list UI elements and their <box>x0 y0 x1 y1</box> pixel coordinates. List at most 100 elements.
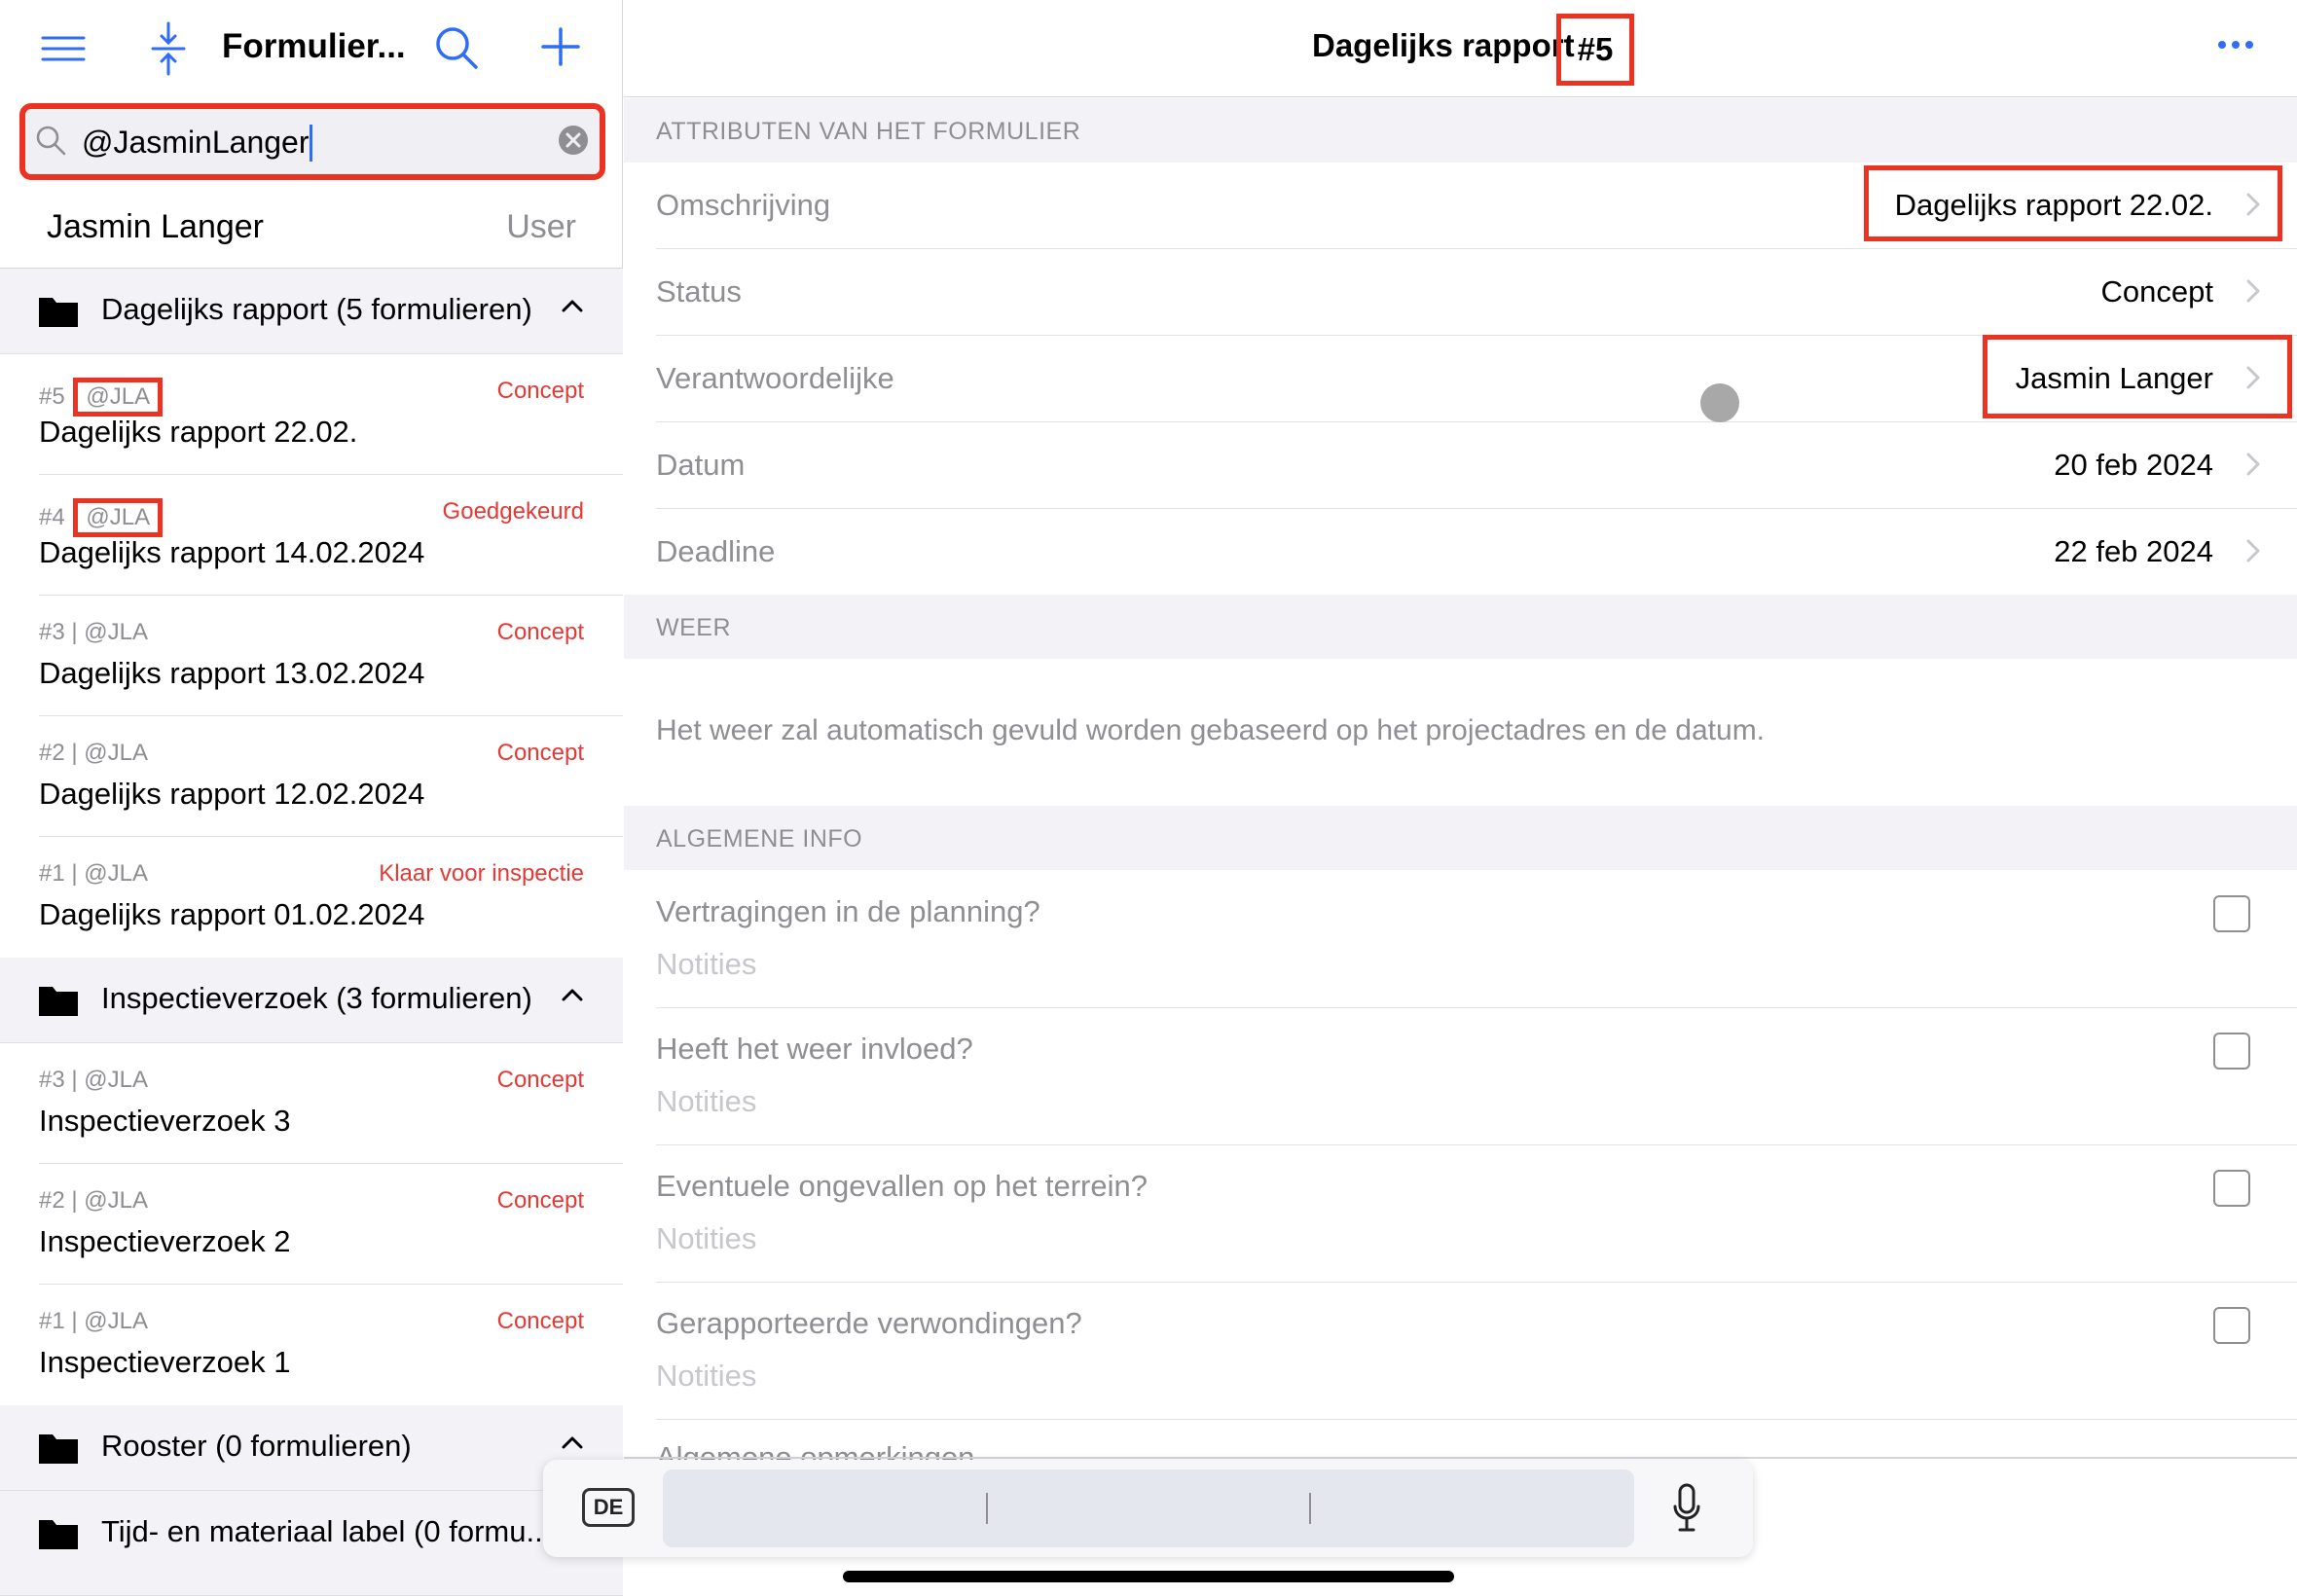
question-row[interactable]: Gerapporteerde verwondingen? Notities <box>656 1283 2297 1420</box>
field-value: 20 feb 2024 <box>2054 448 2213 482</box>
field-label: Omschrijving <box>656 188 831 222</box>
notes-field[interactable]: Notities <box>656 947 756 982</box>
section-header: ATTRIBUTEN VAN HET FORMULIER <box>624 98 2297 163</box>
chevron-up-icon[interactable] <box>561 298 584 318</box>
collapse-icon[interactable] <box>146 21 191 76</box>
form-meta: #2 | @JLA <box>39 740 148 766</box>
notes-field[interactable]: Notities <box>656 1359 756 1394</box>
form-status: Concept <box>496 378 584 404</box>
checkbox[interactable] <box>2213 1307 2250 1344</box>
group-dagelijks-rapport[interactable]: Dagelijks rapport (5 formulieren) <box>0 269 623 354</box>
field-label: Datum <box>656 448 746 482</box>
chevron-up-icon[interactable] <box>561 1434 584 1455</box>
highlighted-user: @JLA <box>73 378 164 417</box>
form-status: Goedgekeurd <box>442 498 584 525</box>
detail-nav-bar: Dagelijks rapport #5 <box>624 0 2297 97</box>
search-field[interactable]: @JasminLanger <box>19 103 605 180</box>
keyboard-accessory-bar: DE <box>543 1460 1753 1557</box>
group-rooster[interactable]: Rooster (0 formulieren) <box>0 1405 623 1491</box>
question-row[interactable]: Heeft het weer invloed? Notities <box>656 1008 2297 1145</box>
chevron-up-icon[interactable] <box>561 987 584 1007</box>
form-row[interactable]: #4 @JLA Goedgekeurd Dagelijks rapport 14… <box>0 475 623 596</box>
form-row[interactable]: #1 | @JLA Klaar voor inspectie Dagelijks… <box>0 837 623 958</box>
form-row[interactable]: #1 | @JLA Concept Inspectieverzoek 1 <box>0 1285 623 1405</box>
field-value: Concept <box>2100 274 2213 308</box>
folder-icon <box>37 983 80 1023</box>
question-row[interactable]: Vertragingen in de planning? Notities <box>656 871 2297 1008</box>
group-title: Dagelijks rapport (5 formulieren) <box>101 292 532 326</box>
folder-icon <box>37 1431 80 1470</box>
form-status: Klaar voor inspectie <box>379 860 584 887</box>
text-cursor <box>310 124 313 162</box>
chevron-right-icon <box>2246 539 2260 567</box>
clear-search-icon[interactable] <box>557 124 590 162</box>
question-label: Vertragingen in de planning? <box>656 894 1040 928</box>
group-title: Rooster (0 formulieren) <box>101 1429 412 1463</box>
folder-icon <box>37 294 80 334</box>
field-status[interactable]: Status Concept <box>656 249 2297 336</box>
add-icon[interactable] <box>539 25 582 68</box>
prediction-bar[interactable] <box>663 1469 1634 1547</box>
checkbox[interactable] <box>2213 895 2250 932</box>
form-status: Concept <box>496 1067 584 1093</box>
divider <box>1309 1493 1311 1524</box>
section-header: ALGEMENE INFO <box>624 806 2297 870</box>
home-indicator[interactable] <box>843 1571 1454 1582</box>
more-icon[interactable] <box>2218 41 2253 49</box>
form-status: Concept <box>496 740 584 766</box>
detail-number: #5 <box>1556 14 1634 86</box>
form-title: Dagelijks rapport 13.02.2024 <box>39 656 425 690</box>
user-suggestion[interactable]: Jasmin Langer User <box>0 191 623 269</box>
checkbox[interactable] <box>2213 1170 2250 1207</box>
form-meta: #3 | @JLA <box>39 1067 148 1093</box>
form-row[interactable]: #3 | @JLA Concept Inspectieverzoek 3 <box>0 1043 623 1164</box>
question-label: Gerapporteerde verwondingen? <box>656 1306 1082 1340</box>
microphone-icon[interactable] <box>1672 1483 1701 1539</box>
form-meta: #1 | @JLA <box>39 1308 148 1334</box>
divider <box>624 1457 2297 1459</box>
section-header: WEER <box>624 595 2297 659</box>
form-status: Concept <box>496 1308 584 1334</box>
sidebar-title: Formulier... <box>222 27 406 65</box>
form-meta: #1 | @JLA <box>39 860 148 887</box>
notes-field[interactable]: Notities <box>656 1221 756 1256</box>
form-title: Dagelijks rapport 12.02.2024 <box>39 777 425 811</box>
detail-title: Dagelijks rapport <box>1312 27 1575 63</box>
group-tijd-materiaal[interactable]: Tijd- en materiaal label (0 formu... <box>0 1491 623 1596</box>
language-key[interactable]: DE <box>582 1488 635 1527</box>
divider <box>986 1493 988 1524</box>
form-row[interactable]: #5 @JLA Concept Dagelijks rapport 22.02. <box>0 354 623 475</box>
group-inspectieverzoek[interactable]: Inspectieverzoek (3 formulieren) <box>0 958 623 1043</box>
notes-field[interactable]: Notities <box>656 1084 756 1119</box>
form-detail: Dagelijks rapport #5 ATTRIBUTEN VAN HET … <box>624 0 2297 1596</box>
checkbox[interactable] <box>2213 1033 2250 1070</box>
field-label: Status <box>656 274 742 308</box>
question-label: Heeft het weer invloed? <box>656 1032 973 1066</box>
question-row[interactable]: Eventuele ongevallen op het terrein? Not… <box>656 1145 2297 1283</box>
folder-icon <box>37 1516 80 1556</box>
group-title: Inspectieverzoek (3 formulieren) <box>101 981 532 1015</box>
menu-icon[interactable] <box>39 29 88 68</box>
weather-info: Het weer zal automatisch gevuld worden g… <box>656 714 1766 746</box>
annotation-box <box>1983 335 2292 418</box>
search-icon[interactable] <box>432 23 481 72</box>
form-meta: #2 | @JLA <box>39 1187 148 1214</box>
annotation-box <box>1864 165 2282 241</box>
suggestion-name: Jasmin Langer <box>47 208 265 245</box>
suggestion-type: User <box>506 208 576 245</box>
form-row[interactable]: #2 | @JLA Concept Dagelijks rapport 12.0… <box>0 716 623 837</box>
field-datum[interactable]: Datum 20 feb 2024 <box>656 422 2297 509</box>
form-title: Dagelijks rapport 01.02.2024 <box>39 897 425 931</box>
form-title: Inspectieverzoek 1 <box>39 1345 291 1379</box>
form-row[interactable]: #3 | @JLA Concept Dagelijks rapport 13.0… <box>0 596 623 716</box>
field-deadline[interactable]: Deadline 22 feb 2024 <box>656 509 2297 596</box>
forms-sidebar: Formulier... @JasminLanger Jasmin Langer… <box>0 0 623 1596</box>
form-title: Dagelijks rapport 14.02.2024 <box>39 535 425 569</box>
chevron-right-icon <box>2246 279 2260 308</box>
form-row[interactable]: #2 | @JLA Concept Inspectieverzoek 2 <box>0 1164 623 1285</box>
group-title: Tijd- en materiaal label (0 formu... <box>101 1514 552 1548</box>
chevron-right-icon <box>2246 453 2260 481</box>
field-value: 22 feb 2024 <box>2054 534 2213 568</box>
search-input[interactable]: @JasminLanger <box>82 124 313 163</box>
form-meta: #5 @JLA <box>39 378 164 417</box>
